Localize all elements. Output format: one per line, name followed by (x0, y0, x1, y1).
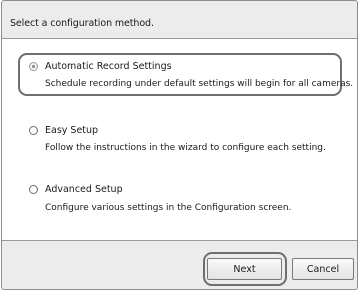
option-title: Advanced Setup (45, 184, 123, 195)
options-panel: Automatic Record Settings Schedule recor… (2, 39, 357, 240)
radio-easy-setup[interactable] (29, 126, 38, 135)
option-advanced-setup[interactable]: Advanced Setup (29, 184, 123, 195)
option-title: Automatic Record Settings (45, 61, 172, 72)
option-description: Configure various settings in the Config… (45, 203, 292, 213)
option-automatic-record-settings[interactable]: Automatic Record Settings (29, 61, 172, 72)
divider (2, 240, 357, 241)
next-button[interactable]: Next (207, 258, 282, 280)
prompt-text: Select a configuration method. (10, 18, 154, 29)
configuration-dialog: Select a configuration method. Automatic… (1, 0, 358, 290)
cancel-button[interactable]: Cancel (292, 258, 354, 280)
option-description: Schedule recording under default setting… (45, 79, 354, 89)
radio-automatic-record-settings[interactable] (29, 62, 38, 71)
option-easy-setup[interactable]: Easy Setup (29, 125, 98, 136)
option-automatic-record-settings-highlight (18, 53, 342, 96)
radio-advanced-setup[interactable] (29, 185, 38, 194)
option-description: Follow the instructions in the wizard to… (45, 143, 326, 153)
option-title: Easy Setup (45, 125, 99, 136)
